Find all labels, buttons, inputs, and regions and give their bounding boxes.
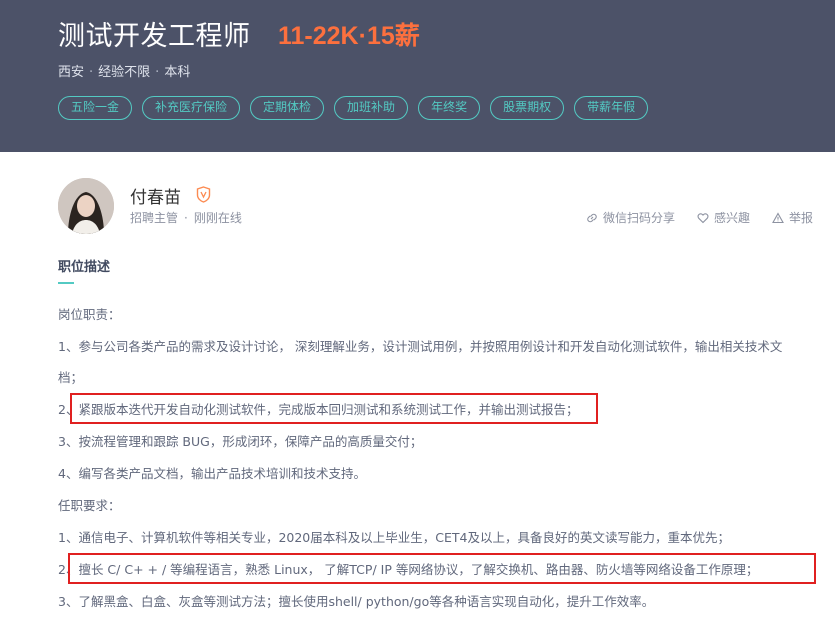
benefit-tag: 定期体检 <box>250 96 325 120</box>
benefit-tag: 年终奖 <box>418 96 481 120</box>
share-label: 微信扫码分享 <box>602 211 675 225</box>
benefit-tag: 补充医疗保险 <box>142 96 241 120</box>
requirement-line: 3、了解黑盒、白盒、灰盒等测试方法；擅长使用shell/ python/go等各… <box>58 594 655 609</box>
recruiter-info: 招聘主管 · 刚刚在线 <box>130 209 242 226</box>
highlight-box <box>70 393 598 424</box>
duty-line: 1、参与公司各类产品的需求及设计讨论， 深刻理解业务，设计测试用例，并按照用例设… <box>58 339 783 354</box>
job-location: 西安 <box>58 65 85 80</box>
recruiter-separator: · <box>184 211 188 225</box>
recruiter-role: 招聘主管 <box>130 211 179 225</box>
link-icon <box>587 213 597 222</box>
job-title: 测试开发工程师 <box>58 21 251 52</box>
section-title: 职位描述 <box>58 260 111 275</box>
share-button[interactable]: 微信扫码分享 <box>586 209 675 226</box>
job-salary: 11-22K·15薪 <box>278 22 420 50</box>
job-experience: 经验不限 <box>98 65 151 80</box>
avatar-image <box>58 178 114 234</box>
requirement-line: 1、通信电子、计算机软件等相关专业，2020届本科及以上毕业生，CET4及以上，… <box>58 530 730 545</box>
interest-label: 感兴趣 <box>713 211 750 225</box>
requirements-heading: 任职要求： <box>58 498 121 513</box>
job-header: 测试开发工程师 11-22K·15薪 西安 · 经验不限 · 本科 五险一金 补充医疗保… <box>0 0 835 152</box>
duty-line: 3、按流程管理和跟踪 BUG，形成闭环，保障产品的高质量交付； <box>58 434 423 449</box>
heart-icon <box>697 212 709 223</box>
meta-separator: · <box>89 65 94 80</box>
benefit-tag: 带薪年假 <box>574 96 649 120</box>
duty-line: 4、编写各类产品文档，输出产品技术培训和技术支持。 <box>58 466 366 481</box>
verified-badge-icon <box>196 186 211 203</box>
recruiter-name: 付春苗 <box>130 188 181 208</box>
highlight-box <box>68 553 816 584</box>
job-education: 本科 <box>164 65 191 80</box>
job-actions: 微信扫码分享 感兴趣 举报 <box>586 209 813 226</box>
job-meta: 西安 · 经验不限 · 本科 <box>58 61 190 80</box>
benefit-tag: 五险一金 <box>58 96 133 120</box>
interest-button[interactable]: 感兴趣 <box>697 209 750 226</box>
report-button[interactable]: 举报 <box>772 209 813 226</box>
recruiter-status: 刚刚在线 <box>193 211 242 225</box>
benefit-tag: 股票期权 <box>490 96 565 120</box>
benefit-tags: 五险一金 补充医疗保险 定期体检 加班补助 年终奖 股票期权 带薪年假 <box>58 96 649 122</box>
meta-separator: · <box>155 65 160 80</box>
section-underline <box>58 282 74 284</box>
report-label: 举报 <box>788 211 813 225</box>
duties-heading: 岗位职责： <box>58 307 121 322</box>
duty-line: 档； <box>58 370 84 385</box>
benefit-tag: 加班补助 <box>334 96 409 120</box>
recruiter-avatar[interactable] <box>58 178 114 234</box>
warning-icon <box>772 211 784 223</box>
